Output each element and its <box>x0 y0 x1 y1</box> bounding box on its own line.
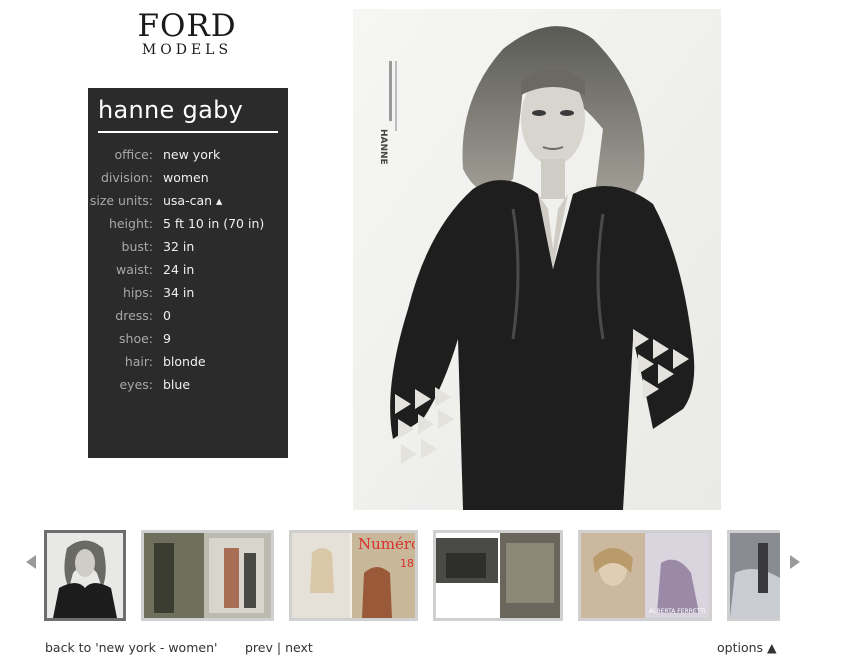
brand-text: ALBERTA FERRETTI <box>649 608 706 615</box>
ford-models-logo[interactable]: FORD MODELS <box>131 10 243 60</box>
thumbnail-1[interactable] <box>44 530 126 621</box>
attr-value: women <box>163 170 209 185</box>
attr-bust: bust: 32 in <box>88 235 288 258</box>
thumbnail-image <box>144 533 271 618</box>
thumbnail-image: ALBERTA FERRETTI <box>581 533 709 618</box>
size-units-toggle[interactable]: usa-can ▴ <box>163 189 222 212</box>
attr-height: height: 5 ft 10 in (70 in) <box>88 212 288 235</box>
options-container: options ▲ <box>717 640 777 655</box>
attr-label: shoe: <box>119 331 153 346</box>
thumbnails-next-arrow[interactable] <box>790 555 800 569</box>
name-divider <box>98 131 278 133</box>
magazine-title: Numéro <box>358 535 415 553</box>
pagination: prev | next <box>245 640 313 655</box>
model-name: hanne gaby <box>98 96 244 124</box>
next-link[interactable]: next <box>285 640 313 655</box>
thumbnail-image: Numéro 18 <box>292 533 415 618</box>
attr-label: hips: <box>122 285 153 300</box>
logo-line1: FORD <box>137 8 237 44</box>
attr-hips: hips: 34 in <box>88 281 288 304</box>
attr-value: 9 <box>163 331 171 346</box>
thumbnail-image <box>436 533 560 618</box>
main-portfolio-photo: HANNE <box>353 9 721 510</box>
attr-hair: hair: blonde <box>88 350 288 373</box>
thumbnail-4[interactable] <box>433 530 563 621</box>
attr-label: hair: <box>124 354 153 369</box>
magazine-issue: 18 <box>400 557 414 570</box>
attr-value: blue <box>163 377 191 392</box>
attr-value: 34 in <box>163 285 195 300</box>
attr-label: bust: <box>121 239 153 254</box>
prev-link[interactable]: prev <box>245 640 273 655</box>
logo-line2: MODELS <box>141 42 233 58</box>
attr-label: dress: <box>115 308 153 323</box>
attr-shoe: shoe: 9 <box>88 327 288 350</box>
photo-illustration: HANNE <box>353 9 721 510</box>
attr-label: waist: <box>116 262 153 277</box>
model-attributes: office: new york division: women size un… <box>88 143 288 396</box>
pagination-separator: | <box>276 640 282 655</box>
attr-eyes: eyes: blue <box>88 373 288 396</box>
attr-label: division: <box>100 170 153 185</box>
attr-size-units: size units: usa-can ▴ <box>88 189 288 212</box>
options-toggle[interactable]: options ▲ <box>717 640 777 655</box>
attr-label: eyes: <box>119 377 153 392</box>
attr-division: division: women <box>88 166 288 189</box>
attr-label: height: <box>108 216 153 231</box>
thumbnail-3[interactable]: Numéro 18 <box>289 530 418 621</box>
thumbnail-image <box>47 533 123 618</box>
attr-value: blonde <box>163 354 206 369</box>
attr-value: 5 ft 10 in (70 in) <box>163 216 265 231</box>
thumbnail-6[interactable] <box>727 530 780 621</box>
attr-waist: waist: 24 in <box>88 258 288 281</box>
back-link[interactable]: back to 'new york - women' <box>45 640 217 655</box>
photo-side-text: HANNE <box>378 129 388 165</box>
attr-value: 0 <box>163 308 171 323</box>
back-link-container: back to 'new york - women' <box>45 640 217 655</box>
attr-dress: dress: 0 <box>88 304 288 327</box>
thumbnails-prev-arrow[interactable] <box>26 555 36 569</box>
attr-value: 24 in <box>163 262 195 277</box>
model-info-panel: hanne gaby office: new york division: wo… <box>88 88 288 458</box>
attr-value: 32 in <box>163 239 195 254</box>
attr-label: office: <box>114 147 153 162</box>
attr-label: size units: <box>89 193 153 208</box>
thumbnail-5[interactable]: ALBERTA FERRETTI <box>578 530 712 621</box>
thumbnail-image <box>730 533 780 618</box>
thumbnail-2[interactable] <box>141 530 274 621</box>
attr-value: new york <box>163 147 221 162</box>
attr-office: office: new york <box>88 143 288 166</box>
